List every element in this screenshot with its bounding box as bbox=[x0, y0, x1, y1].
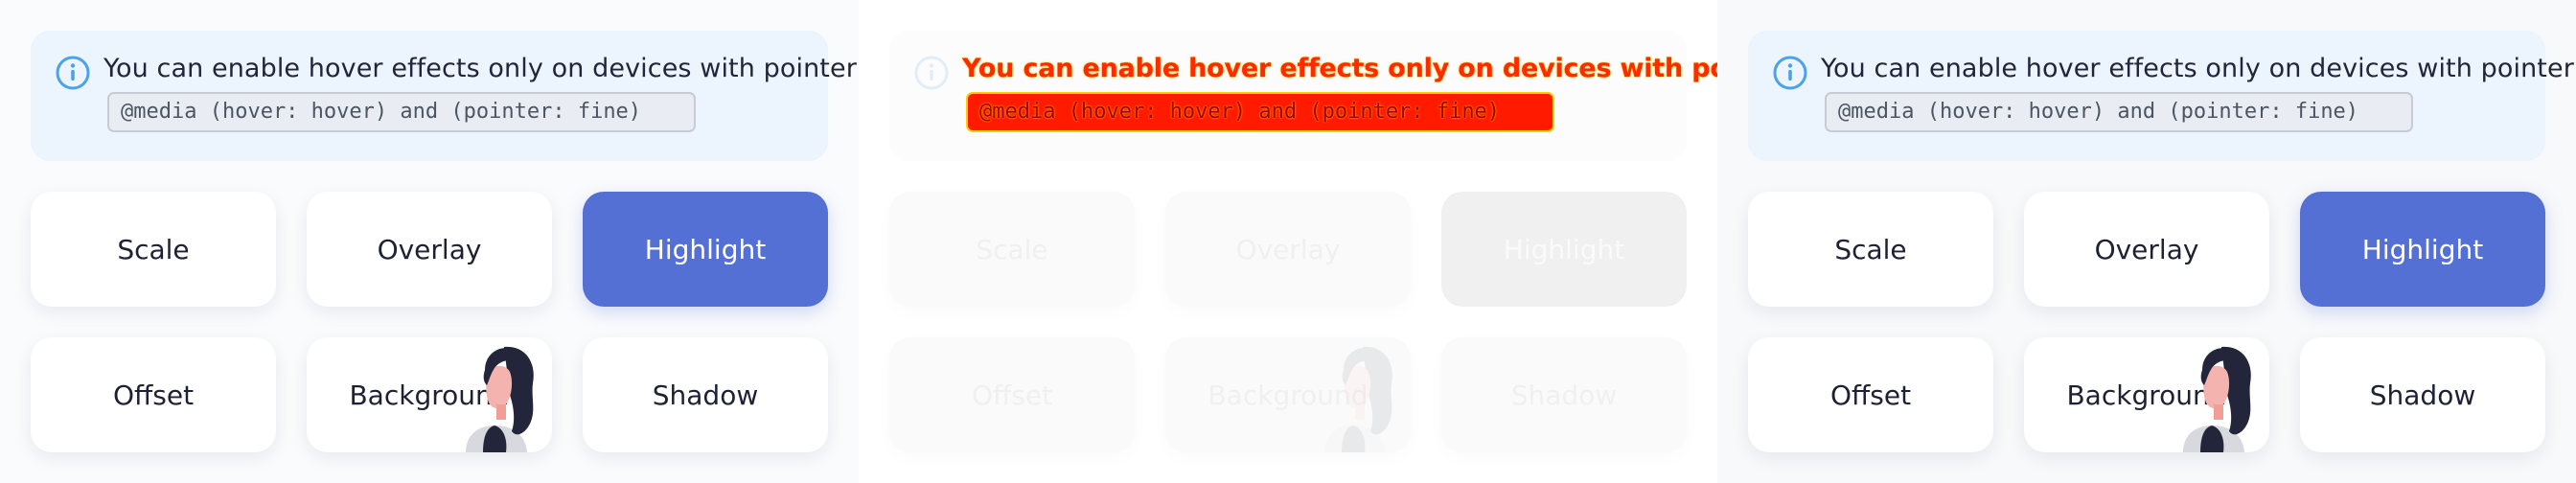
scale-button[interactable]: Scale bbox=[889, 192, 1135, 307]
info-message: You can enable hover effects only on dev… bbox=[1821, 54, 2576, 83]
overlay-button[interactable]: Overlay bbox=[307, 192, 552, 307]
info-banner: You can enable hover effects only on dev… bbox=[1748, 31, 2576, 161]
media-query-code: @media (hover: hover) and (pointer: fine… bbox=[107, 92, 696, 132]
background-button[interactable]: Background bbox=[1165, 337, 1411, 452]
highlight-button[interactable]: Highlight bbox=[2300, 192, 2545, 307]
demo-panel-middle: You can enable hover effects only on dev… bbox=[859, 0, 1807, 483]
offset-button[interactable]: Offset bbox=[31, 337, 276, 452]
info-message: You can enable hover effects only on dev… bbox=[962, 54, 1807, 83]
info-banner: You can enable hover effects only on dev… bbox=[889, 31, 1807, 161]
shadow-button[interactable]: Shadow bbox=[2300, 337, 2545, 452]
highlight-button[interactable]: Highlight bbox=[583, 192, 828, 307]
media-query-code: @media (hover: hover) and (pointer: fine… bbox=[1825, 92, 2413, 132]
scale-button[interactable]: Scale bbox=[1748, 192, 1993, 307]
demo-panel-left: You can enable hover effects only on dev… bbox=[0, 0, 865, 483]
offset-button[interactable]: Offset bbox=[889, 337, 1135, 452]
info-circle-icon bbox=[913, 55, 950, 91]
scale-button[interactable]: Scale bbox=[31, 192, 276, 307]
highlight-button[interactable]: Highlight bbox=[1441, 192, 1687, 307]
demo-panel-right: You can enable hover effects only on dev… bbox=[1717, 0, 2576, 483]
info-message: You can enable hover effects only on dev… bbox=[104, 54, 865, 83]
woman-avatar-icon bbox=[2154, 337, 2269, 452]
info-circle-icon bbox=[1772, 55, 1808, 91]
shadow-button[interactable]: Shadow bbox=[583, 337, 828, 452]
info-banner: You can enable hover effects only on dev… bbox=[31, 31, 865, 161]
overlay-button[interactable]: Overlay bbox=[2024, 192, 2269, 307]
media-query-code: @media (hover: hover) and (pointer: fine… bbox=[966, 92, 1554, 132]
shadow-button[interactable]: Shadow bbox=[1441, 337, 1687, 452]
info-circle-icon bbox=[55, 55, 91, 91]
woman-avatar-icon bbox=[437, 337, 552, 452]
background-button[interactable]: Background bbox=[2024, 337, 2269, 452]
offset-button[interactable]: Offset bbox=[1748, 337, 1993, 452]
background-button[interactable]: Background bbox=[307, 337, 552, 452]
overlay-button[interactable]: Overlay bbox=[1165, 192, 1411, 307]
woman-avatar-icon bbox=[1296, 337, 1411, 452]
